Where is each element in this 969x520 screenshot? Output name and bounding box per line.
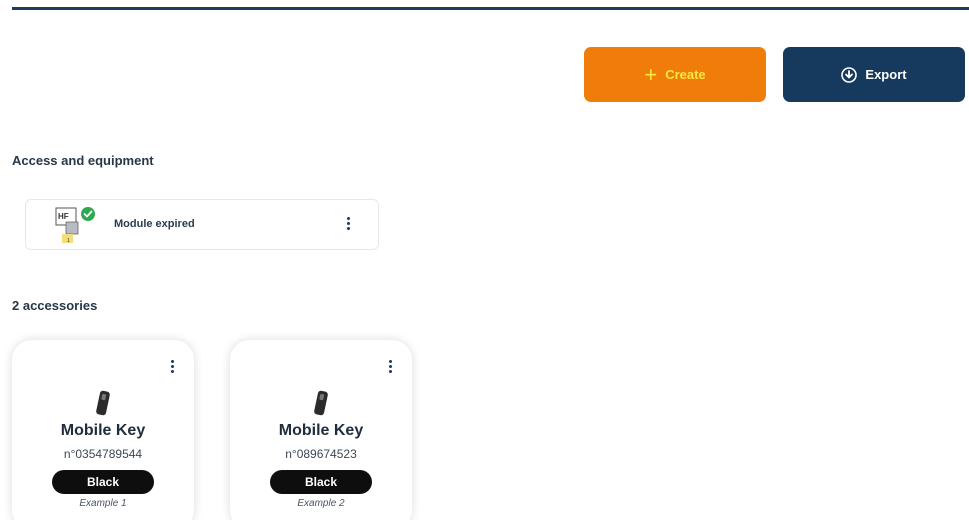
mobile-key-icon: [314, 390, 328, 416]
header-divider: [12, 7, 969, 10]
accessory-name: Mobile Key: [278, 422, 364, 439]
module-card[interactable]: HF 1 Module expired: [25, 199, 379, 250]
export-button-label: Export: [865, 67, 907, 82]
accessory-note: Example 1: [79, 498, 127, 509]
download-circle-icon: [841, 66, 858, 83]
access-section-title: Access and equipment: [12, 153, 154, 168]
accessories-section-title: 2 accessories: [12, 298, 98, 313]
accessory-note: Example 2: [297, 498, 345, 509]
check-circle-icon: [81, 207, 95, 221]
accessory-color-badge: Black: [52, 470, 154, 494]
accessory-menu-icon[interactable]: [171, 360, 174, 373]
hf-module-icon: HF 1: [55, 207, 95, 244]
hf-module-icon-text: HF: [58, 212, 69, 221]
svg-text:1: 1: [67, 238, 70, 244]
accessory-menu-icon[interactable]: [389, 360, 392, 373]
accessory-serial: n°0354789544: [63, 447, 143, 461]
accessory-name: Mobile Key: [60, 422, 146, 439]
accessory-card[interactable]: Mobile Key n°089674523 Black Example 2: [230, 340, 412, 520]
module-menu-icon[interactable]: [347, 217, 350, 230]
accessory-card[interactable]: Mobile Key n°0354789544 Black Example 1: [12, 340, 194, 520]
accessory-serial: n°089674523: [285, 447, 357, 461]
export-button[interactable]: Export: [783, 47, 965, 102]
mobile-key-icon: [96, 390, 110, 416]
create-button[interactable]: + Create: [584, 47, 766, 102]
create-button-label: Create: [665, 67, 706, 82]
accessory-color-badge: Black: [270, 470, 372, 494]
plus-icon: +: [644, 61, 658, 87]
module-label: Module expired: [114, 218, 195, 230]
